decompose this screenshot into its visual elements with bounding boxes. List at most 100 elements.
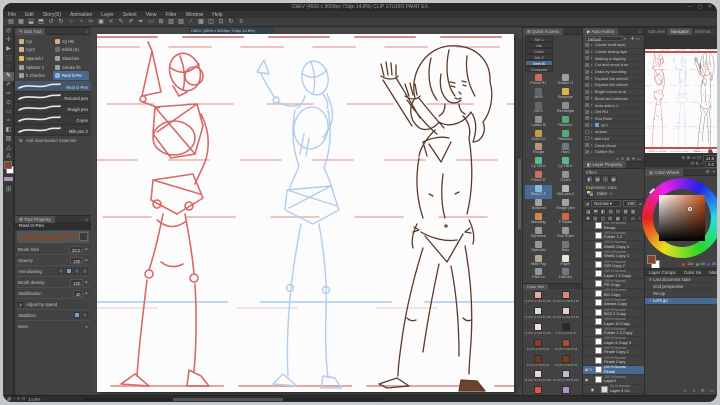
quick-access-tool[interactable]: Symmetr (525, 226, 552, 241)
expand-caret-icon[interactable]: ▸ (591, 150, 593, 154)
quick-access-tool[interactable]: Textured (525, 199, 552, 213)
tool-icon[interactable]: △ (3, 144, 14, 153)
opacity-row[interactable]: Opacity 100 ◂▸ (15, 255, 91, 266)
saturation-value-square[interactable] (659, 195, 705, 241)
subtool-chip[interactable]: Cyr (17, 37, 53, 46)
expand-caret-icon[interactable]: ▸ (591, 50, 593, 54)
auto-action-item[interactable]: ✓ ▸ Create draft layer (583, 42, 644, 49)
quick-access-tool[interactable]: Pencil R (525, 171, 552, 185)
auto-action-checkbox[interactable] (585, 129, 589, 134)
tool-icon[interactable]: ✛ (3, 36, 14, 45)
auto-action-item[interactable]: ✓ ▸ Bevel and emboss (583, 96, 644, 103)
layer-row[interactable]: ◉ ✎ 100 % Normal Finale Copy 2 (583, 346, 644, 356)
subtool-chip[interactable]: h Checker (17, 71, 53, 80)
layer-lock-icon[interactable]: ▦ (622, 208, 629, 215)
blend-pin-icon[interactable]: ◪ (585, 201, 589, 207)
canvas-vscrollbar[interactable] (518, 39, 521, 387)
layer-row[interactable]: ◉ ✎ 100 % Normal Shell1 Copy 4 (583, 241, 644, 251)
layer-row[interactable]: ◉ ✎ 100 % Normal Folder 2 2 (583, 231, 644, 241)
plus-icon[interactable]: ✚ (632, 156, 635, 161)
stabilizer-off-button[interactable] (82, 312, 88, 318)
color-swatch-item[interactable]: R:142 G:58 B:46 (524, 338, 552, 354)
layer-comps-tab[interactable]: Color Se (680, 269, 706, 276)
auto-action-item[interactable]: ✓ ▸ Bright colors emb (583, 89, 644, 96)
command-icon[interactable]: ▣ (97, 18, 105, 26)
command-icon[interactable]: ✒ (137, 18, 145, 26)
command-icon[interactable]: ✂ (87, 18, 95, 26)
color-swatch[interactable] (534, 354, 542, 363)
record-icon[interactable]: ▸ (617, 156, 619, 161)
layer-lock-icon[interactable]: ▤ (607, 208, 614, 215)
quick-access-tool[interactable]: Sho Ruler (552, 226, 579, 241)
menu-item[interactable]: File (8, 12, 16, 18)
auto-action-item[interactable]: ✓ ▸ Draw by rounding (583, 69, 644, 76)
layer-command-icon[interactable]: ▣ (614, 215, 621, 222)
command-icon[interactable]: ⊡ (217, 18, 225, 26)
chevron-down-icon[interactable]: ▾ (624, 36, 626, 41)
auto-action-item[interactable]: ✓ ▸ Auto action 1 (583, 102, 644, 109)
quick-access-tool[interactable]: Paper (552, 254, 579, 269)
layer-row[interactable]: ◉ ✎ 100 % Normal Finale Copy (583, 356, 644, 366)
expand-caret-icon[interactable]: ▸ (591, 76, 593, 80)
brush-size-row[interactable]: Brush Size 20.0 ◂▸ (15, 244, 91, 255)
layer-comps-footer-icons[interactable]: ∧ ∨ ⊞ ▭ (684, 388, 716, 394)
quick-access-tool[interactable]: Milk pen 2 (552, 185, 579, 199)
tool-icon[interactable]: ✐ (3, 81, 14, 90)
quick-access-tool[interactable]: G-pen (552, 171, 579, 185)
preset-add-icon[interactable]: ✚ ▭ (631, 36, 642, 42)
color-swatch[interactable] (562, 338, 570, 347)
layer-lock-icon[interactable]: ⬒ (592, 208, 599, 215)
layer-row[interactable]: ◉ ✎ 100 % Normal BG Copy (583, 289, 644, 299)
layer-comps-tab[interactable]: Materi (705, 269, 717, 276)
color-swatch-item[interactable]: R:242 G:220 B:220 (524, 322, 552, 338)
color-swatch[interactable] (562, 322, 570, 331)
auto-action-item[interactable]: ✓ ▸ Sho Ruler (583, 116, 644, 123)
command-icon[interactable]: ✎ (117, 18, 125, 26)
auto-action-preset-select[interactable]: Default (585, 35, 623, 42)
layer-lock-icon[interactable]: ⊡ (615, 208, 621, 215)
anti-aliasing-row[interactable]: Anti-aliasing (15, 266, 91, 277)
eye-icon[interactable]: ◉ (590, 387, 595, 392)
command-icon[interactable]: ≡ (237, 18, 245, 26)
command-icon[interactable]: ↻ (227, 18, 235, 26)
command-icon[interactable]: ⊞ (157, 18, 165, 26)
layer-row[interactable]: ◉ ✎ 100 % Normal Recap (583, 222, 644, 232)
quick-access-tool[interactable]: Bespoke (552, 87, 579, 102)
layer-row[interactable]: ◉ ✎ 33 % Normal Layer 4 Co (583, 384, 644, 395)
command-icon[interactable]: ✕ (107, 18, 115, 26)
subtool-stroke-row[interactable]: Real G-Pen (15, 80, 91, 92)
canvas-hscroll-thumb[interactable] (173, 397, 284, 401)
tool-icon[interactable]: ▭ (3, 108, 14, 117)
aa-none-button[interactable] (58, 268, 64, 274)
color-swatch-item[interactable]: R:126 G:58 B:26 (552, 354, 580, 370)
layer-property-tab[interactable]: ◧ Layer Property (583, 161, 627, 169)
command-icon[interactable]: ⬒ (37, 18, 45, 26)
panel-menu-icon[interactable]: ⊞ ▾ (706, 169, 717, 175)
tool-icon[interactable]: ⊙ (3, 99, 14, 108)
expand-caret-icon[interactable]: ▸ (591, 110, 593, 114)
auto-action-item[interactable]: ✓ ▸ Cut and move a se (583, 62, 644, 69)
quick-access-tool[interactable]: blending (525, 212, 552, 227)
color-swatch[interactable] (534, 386, 542, 395)
adjust-by-speed-checkbox[interactable]: ✓ (18, 301, 23, 308)
expand-caret-icon[interactable]: ▸ (591, 83, 593, 87)
tool-icon[interactable]: ▨ (3, 135, 14, 144)
color-swatch[interactable] (562, 354, 570, 363)
tool-property-tab[interactable]: ⚙ Tool Property (15, 215, 55, 223)
expand-caret-icon[interactable]: ▸ (591, 90, 593, 94)
auto-action-item[interactable]: ✓ ▸ Expand the selecti (583, 82, 644, 89)
layer-row[interactable]: ◉ ✎ 100 % Normal BG2 2 Copy (583, 308, 644, 318)
auto-action-checkbox[interactable]: ✓ (585, 82, 589, 87)
layer-row[interactable]: ◉ ✎ 100 % Normal Folder 1 2 Copy (583, 327, 644, 337)
color-history-strip[interactable] (4, 177, 13, 181)
foreground-color-swatch[interactable] (4, 161, 12, 169)
auto-action-checkbox[interactable]: ✓ (585, 69, 589, 74)
subtool-stroke-row[interactable]: G-pen (15, 113, 91, 125)
expand-caret-icon[interactable]: ▸ (591, 136, 593, 140)
layer-opacity-field[interactable]: 100 (622, 200, 637, 207)
quick-access-set-tab[interactable]: Compare (525, 66, 553, 72)
trash-icon[interactable]: ▭ (637, 156, 641, 161)
navigator-rotate-value[interactable]: 0.0 (705, 160, 717, 168)
command-icon[interactable]: ▤ (7, 18, 15, 26)
layer-command-icon[interactable]: ⬚ (622, 215, 629, 222)
